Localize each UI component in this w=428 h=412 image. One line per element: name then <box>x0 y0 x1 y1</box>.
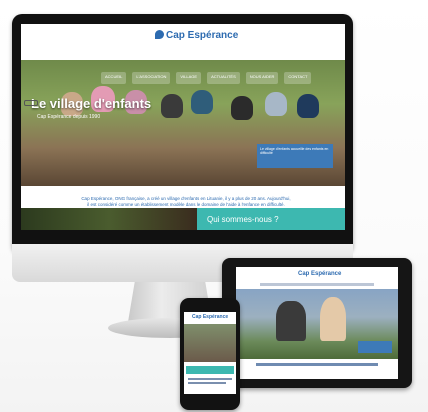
tablet-logo[interactable]: Cap Espérance <box>298 271 341 277</box>
phone-website-screen: Cap Espérance <box>184 312 236 394</box>
nav-item[interactable]: VILLAGE <box>176 72 202 84</box>
nav-item[interactable]: ACCUEIL <box>101 72 127 84</box>
child-figure <box>231 96 253 120</box>
hero-subtitle: Cap Espérance depuis 1990 <box>37 114 101 120</box>
hero-title: Le village d'enfants <box>31 96 152 111</box>
nav-item[interactable]: CONTACT <box>284 72 312 84</box>
about-us-link[interactable]: Qui sommes-nous ? <box>207 215 279 224</box>
child-figure <box>191 90 213 114</box>
nav-item[interactable]: NOUS AIDER <box>245 72 279 84</box>
child-figure <box>161 94 183 118</box>
nav-item[interactable]: ACTUALITÉS <box>207 72 240 84</box>
tablet-cta-box[interactable] <box>358 341 392 353</box>
child-figure <box>265 92 287 116</box>
phone-teal-bar[interactable] <box>186 366 234 374</box>
tablet-nav[interactable] <box>260 283 374 286</box>
person-figure <box>276 301 306 341</box>
bottom-photo-strip <box>21 208 197 230</box>
site-header: Cap Espérance <box>21 24 345 50</box>
phone-home-button[interactable] <box>24 100 38 106</box>
phone-hero-photo <box>184 324 236 362</box>
site-logo[interactable]: Cap Espérance <box>155 30 238 41</box>
phone-logo[interactable]: Cap Espérance <box>192 314 228 320</box>
logo-icon <box>155 30 164 39</box>
tablet-website-screen: Cap Espérance <box>236 267 398 379</box>
person-figure <box>320 297 346 341</box>
nav-item[interactable]: L'ASSOCIATION <box>132 72 171 84</box>
intro-text: Cap Espérance, ONG française, a créé un … <box>81 196 291 207</box>
tablet-text-line <box>256 363 378 366</box>
phone-text-line <box>188 382 226 384</box>
child-figure <box>297 94 319 118</box>
main-nav: ACCUEIL L'ASSOCIATION VILLAGE ACTUALITÉS… <box>101 72 312 84</box>
desktop-website-screen: Cap Espérance ACCUEIL L'ASSOCIATION VILL… <box>21 24 345 230</box>
phone-text-line <box>188 378 232 380</box>
hero-badge[interactable]: Le village d'enfants accueille des enfan… <box>257 144 333 168</box>
